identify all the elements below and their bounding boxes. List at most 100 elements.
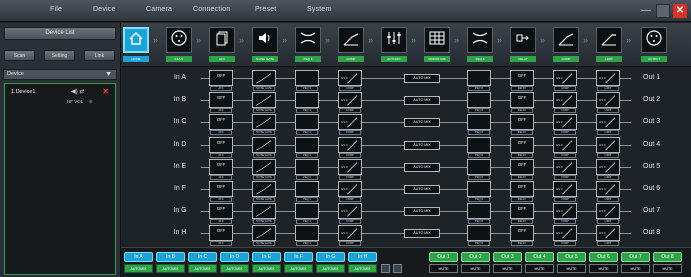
dsp-block[interactable]: NOISE GATE: [252, 114, 276, 136]
block-sub-label[interactable]: PEQ 4: [296, 108, 318, 114]
dsp-block[interactable]: 0/1.0 COMP: [338, 70, 362, 91]
page-toggle-button[interactable]: [381, 264, 390, 273]
dsp-block[interactable]: PEQ 4: [295, 92, 319, 114]
dsp-block[interactable]: 0/1.0 LIMIT: [596, 114, 620, 136]
dsp-block[interactable]: NOISE GATE: [252, 225, 276, 247]
dsp-block[interactable]: OFF DELAY: [510, 225, 534, 247]
link-button[interactable]: Link: [84, 50, 115, 61]
input-channel-button[interactable]: In A: [124, 252, 153, 262]
dsp-block[interactable]: 0/1.0 LIMIT: [596, 136, 620, 158]
automix-button[interactable]: AUTO MIX: [404, 185, 440, 194]
block-sub-label[interactable]: DELAY: [511, 219, 533, 225]
module-button[interactable]: [209, 27, 235, 53]
dsp-block[interactable]: 0/1.0 COMP: [553, 92, 577, 114]
block-sub-label[interactable]: AFC: [210, 108, 232, 114]
block-sub-label[interactable]: PEQ 8: [468, 108, 490, 114]
maximize-button[interactable]: [656, 4, 670, 18]
input-channel-button[interactable]: In G: [316, 252, 345, 262]
module-button[interactable]: [553, 27, 579, 53]
block-sub-label[interactable]: COMP: [339, 130, 361, 136]
automix-button[interactable]: AUTO MIX: [404, 162, 440, 172]
dsp-block[interactable]: 0/1.0 COMP: [338, 92, 362, 114]
block-sub-label[interactable]: COMP: [339, 108, 361, 114]
dsp-block[interactable]: OFF AFC: [209, 181, 233, 202]
dsp-block[interactable]: NOISE GATE: [252, 92, 276, 114]
menu-file[interactable]: File: [50, 6, 62, 13]
automix-toggle[interactable]: AUTOMIX: [252, 264, 281, 273]
block-sub-label[interactable]: COMP: [554, 219, 576, 225]
input-channel-button[interactable]: In C: [188, 252, 217, 262]
automix-toggle[interactable]: AUTOMIX: [284, 264, 313, 273]
dsp-block[interactable]: PEQ 8: [467, 203, 491, 225]
automix-button[interactable]: AUTO MIX: [404, 96, 440, 106]
device-dropdown[interactable]: Device ▼: [3, 69, 117, 80]
device-card[interactable]: 1.Device1 ◀) ⇄ ✕ HF VOL 0: [4, 83, 116, 275]
block-sub-label[interactable]: NOISE GATE: [253, 130, 275, 136]
dsp-block[interactable]: 0/1.0 LIMIT: [596, 158, 620, 180]
dsp-block[interactable]: OFF AFC: [209, 225, 233, 247]
block-sub-label[interactable]: COMP: [554, 241, 576, 247]
block-sub-label[interactable]: COMP: [554, 108, 576, 114]
dsp-block[interactable]: OFF DELAY: [510, 92, 534, 114]
dsp-block[interactable]: OFF AFC: [209, 203, 233, 225]
dsp-block[interactable]: 0/1.0 COMP: [553, 203, 577, 225]
block-sub-label[interactable]: DELAY: [511, 241, 533, 247]
mute-toggle[interactable]: MUTE: [429, 264, 458, 273]
module-button[interactable]: [295, 27, 321, 53]
menu-preset[interactable]: Preset: [255, 6, 276, 13]
dsp-block[interactable]: 0/1.0 LIMIT: [596, 203, 620, 225]
dsp-block[interactable]: NOISE GATE: [252, 136, 276, 158]
automix-toggle[interactable]: AUTOMIX: [316, 264, 345, 273]
scan-button[interactable]: Scan: [4, 50, 35, 61]
dsp-block[interactable]: OFF DELAY: [510, 181, 534, 202]
module-button[interactable]: [596, 27, 622, 53]
block-sub-label[interactable]: DELAY: [511, 197, 533, 202]
input-channel-button[interactable]: In E: [252, 252, 281, 262]
close-button[interactable]: ✕: [673, 4, 687, 18]
module-button[interactable]: [338, 27, 364, 53]
output-channel-button[interactable]: Out 1: [429, 252, 458, 262]
block-sub-label[interactable]: AFC: [210, 197, 232, 202]
block-sub-label[interactable]: COMP: [339, 174, 361, 180]
block-sub-label[interactable]: PEQ 4: [296, 241, 318, 247]
output-channel-button[interactable]: Out 7: [621, 252, 650, 262]
mute-toggle[interactable]: MUTE: [653, 264, 682, 273]
dsp-block[interactable]: OFF AFC: [209, 92, 233, 114]
automix-toggle[interactable]: AUTOMIX: [348, 264, 377, 273]
dsp-block[interactable]: PEQ 4: [295, 225, 319, 247]
remove-device-icon[interactable]: ✕: [102, 87, 109, 96]
dsp-block[interactable]: 0/1.0 COMP: [338, 136, 362, 158]
setting-button[interactable]: Setting: [44, 50, 75, 61]
output-channel-button[interactable]: Out 5: [557, 252, 586, 262]
block-sub-label[interactable]: PEQ 4: [296, 152, 318, 158]
dsp-block[interactable]: NOISE GATE: [252, 70, 276, 91]
dsp-block[interactable]: 0/1.0 COMP: [338, 114, 362, 136]
automix-button[interactable]: AUTO MIX: [404, 207, 440, 217]
block-sub-label[interactable]: PEQ 4: [296, 86, 318, 91]
dsp-block[interactable]: PEQ 8: [467, 114, 491, 136]
page-toggle-button[interactable]: [393, 264, 402, 273]
dsp-block[interactable]: PEQ 4: [295, 181, 319, 202]
block-sub-label[interactable]: NOISE GATE: [253, 108, 275, 114]
mute-toggle[interactable]: MUTE: [589, 264, 618, 273]
block-sub-label[interactable]: AFC: [210, 152, 232, 158]
block-sub-label[interactable]: PEQ 4: [296, 174, 318, 180]
output-channel-button[interactable]: Out 3: [493, 252, 522, 262]
dsp-block[interactable]: 0/1.0 LIMIT: [596, 181, 620, 202]
block-sub-label[interactable]: AFC: [210, 130, 232, 136]
input-channel-button[interactable]: In D: [220, 252, 249, 262]
dsp-block[interactable]: 0/1.0 COMP: [338, 181, 362, 202]
dsp-block[interactable]: 0/1.0 COMP: [338, 225, 362, 247]
block-sub-label[interactable]: PEQ 8: [468, 130, 490, 136]
mute-toggle[interactable]: MUTE: [621, 264, 650, 273]
dsp-block[interactable]: OFF AFC: [209, 70, 233, 91]
input-channel-button[interactable]: In H: [348, 252, 377, 262]
dsp-block[interactable]: 0/1.0 COMP: [553, 114, 577, 136]
block-sub-label[interactable]: NOISE GATE: [253, 241, 275, 247]
dsp-block[interactable]: PEQ 8: [467, 158, 491, 180]
dsp-block[interactable]: PEQ 8: [467, 70, 491, 91]
refresh-icon[interactable]: ⇄: [79, 89, 84, 95]
input-channel-button[interactable]: In F: [284, 252, 313, 262]
block-sub-label[interactable]: AFC: [210, 219, 232, 225]
block-sub-label[interactable]: COMP: [554, 197, 576, 202]
